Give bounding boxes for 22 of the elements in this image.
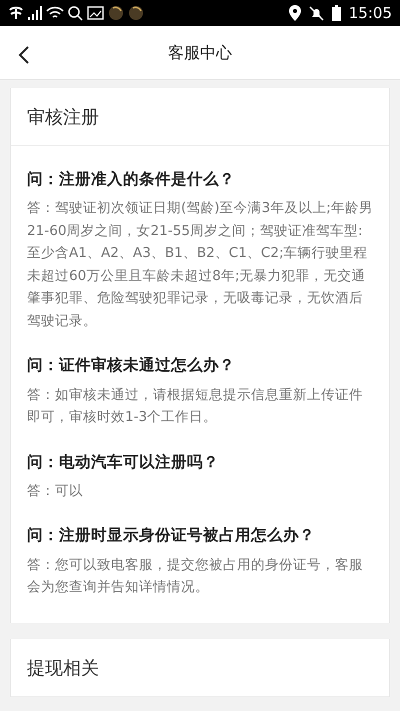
faq-answer: 答：如审核未通过，请根据短息提示信息重新上传证件即可，审核时效1-3个工作日。 [27, 386, 364, 427]
faq-question: 问：注册时显示身份证号被占用怎么办？ [27, 525, 316, 546]
carrier-icon [8, 6, 24, 20]
signal-icon [28, 6, 42, 20]
page-title: 客服中心 [168, 42, 232, 64]
wifi-icon [46, 6, 64, 20]
faq-answer: 答：可以 [27, 482, 84, 501]
faq-answer: 答：驾驶证初次领证日期(驾龄)至今满3年及以上;年龄男21-60周岁之间，女21-55周岁之间；驾驶证准驾车型:至少含A1、A2、A3、B1、B2、C1、C2;车辆行驶里程未超过60万公里且车龄未超过8年;无暴力犯罪，无交通肇事犯罪、危险驾驶犯罪记录，无吸毒记录，无饮酒后驾驶记录。 [27, 199, 373, 331]
clock-time: 15:05 [348, 2, 392, 24]
faq-question: 问：证件审核未通过怎么办？ [27, 355, 236, 376]
muted-bell-icon [308, 6, 324, 20]
faq-question: 问：注册准入的条件是什么？ [27, 169, 236, 190]
faq-answer: 答：您可以致电客服，提交您被占用的身份证号，客服会为您查询并告知详情情况。 [27, 556, 364, 597]
app-icon [128, 5, 144, 21]
app-icon [108, 5, 124, 21]
section-title: 审核注册 [11, 88, 389, 146]
image-icon [87, 6, 104, 20]
location-icon [288, 5, 301, 21]
search-icon [68, 6, 83, 20]
section-title: 提现相关 [11, 638, 389, 696]
faq-question: 问：电动汽车可以注册吗？ [27, 452, 220, 472]
battery-icon [332, 5, 341, 21]
